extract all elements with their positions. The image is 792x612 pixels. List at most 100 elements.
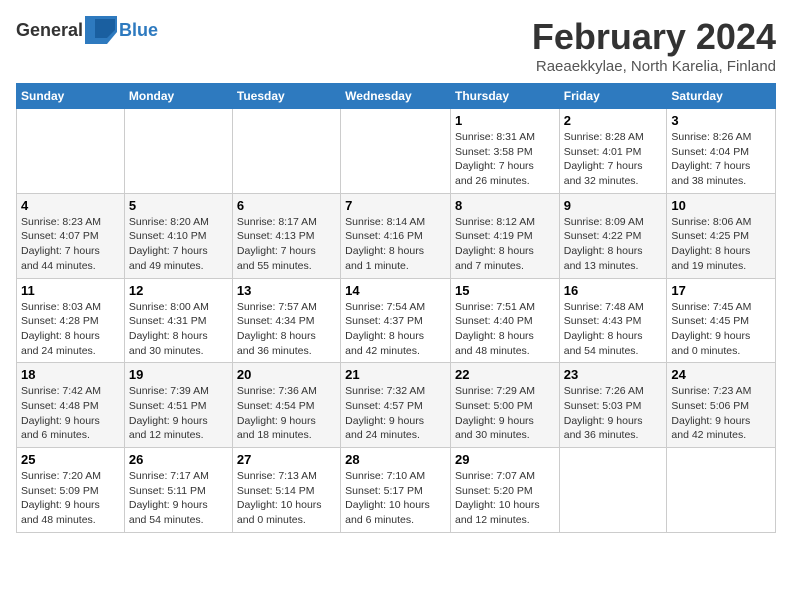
calendar-cell-2: 2 Sunrise: 8:28 AMSunset: 4:01 PMDaylight… xyxy=(559,109,667,194)
day-info: Sunrise: 7:48 AMSunset: 4:43 PMDaylight:… xyxy=(564,300,663,359)
calendar-cell-5: 5 Sunrise: 8:20 AMSunset: 4:10 PMDaylight… xyxy=(124,193,232,278)
day-info: Sunrise: 7:17 AMSunset: 5:11 PMDaylight:… xyxy=(129,469,228,528)
day-info: Sunrise: 7:51 AMSunset: 4:40 PMDaylight:… xyxy=(455,300,555,359)
calendar-cell-16: 16Sunrise: 7:48 AMSunset: 4:43 PMDayligh… xyxy=(559,278,667,363)
calendar-cell-10: 10 Sunrise: 8:06 AMSunset: 4:25 PMDayligh… xyxy=(667,193,776,278)
day-info: Sunrise: 8:14 AMSunset: 4:16 PMDaylight:… xyxy=(345,215,446,274)
calendar-cell-28: 28 Sunrise: 7:10 AMSunset: 5:17 PMDayligh… xyxy=(341,448,451,533)
day-info: Sunrise: 7:45 AMSunset: 4:45 PMDaylight:… xyxy=(671,300,771,359)
empty-cell xyxy=(341,109,451,194)
day-number: 23 xyxy=(564,367,663,382)
day-number: 6 xyxy=(237,198,336,213)
day-number: 5 xyxy=(129,198,228,213)
day-number: 25 xyxy=(21,452,120,467)
day-number: 4 xyxy=(21,198,120,213)
day-number: 15 xyxy=(455,283,555,298)
day-number: 27 xyxy=(237,452,336,467)
weekday-header-tuesday: Tuesday xyxy=(232,84,340,109)
calendar-cell-27: 27 Sunrise: 7:13 AMSunset: 5:14 PMDayligh… xyxy=(232,448,340,533)
day-info: Sunrise: 7:32 AMSunset: 4:57 PMDaylight:… xyxy=(345,384,446,443)
empty-cell xyxy=(667,448,776,533)
calendar-cell-1: 1 Sunrise: 8:31 AMSunset: 3:58 PMDaylight… xyxy=(450,109,559,194)
day-number: 8 xyxy=(455,198,555,213)
calendar-cell-29: 29Sunrise: 7:07 AMSunset: 5:20 PMDayligh… xyxy=(450,448,559,533)
day-info: Sunrise: 7:36 AMSunset: 4:54 PMDaylight:… xyxy=(237,384,336,443)
calendar-cell-15: 15 Sunrise: 7:51 AMSunset: 4:40 PMDayligh… xyxy=(450,278,559,363)
day-info: Sunrise: 7:10 AMSunset: 5:17 PMDaylight:… xyxy=(345,469,446,528)
day-number: 13 xyxy=(237,283,336,298)
day-number: 28 xyxy=(345,452,446,467)
calendar-cell-25: 25 Sunrise: 7:20 AMSunset: 5:09 PMDayligh… xyxy=(17,448,125,533)
calendar-cell-3: 3 Sunrise: 8:26 AMSunset: 4:04 PMDaylight… xyxy=(667,109,776,194)
day-info: Sunrise: 7:54 AMSunset: 4:37 PMDaylight:… xyxy=(345,300,446,359)
day-number: 24 xyxy=(671,367,771,382)
day-info: Sunrise: 8:03 AMSunset: 4:28 PMDaylight:… xyxy=(21,300,120,359)
day-info: Sunrise: 7:20 AMSunset: 5:09 PMDaylight:… xyxy=(21,469,120,528)
day-number: 10 xyxy=(671,198,771,213)
day-info: Sunrise: 7:57 AMSunset: 4:34 PMDaylight:… xyxy=(237,300,336,359)
calendar-cell-17: 17 Sunrise: 7:45 AMSunset: 4:45 PMDayligh… xyxy=(667,278,776,363)
calendar-cell-4: 4 Sunrise: 8:23 AMSunset: 4:07 PMDaylight… xyxy=(17,193,125,278)
day-number: 11 xyxy=(21,283,120,298)
logo-blue-text: Blue xyxy=(119,20,158,41)
day-number: 1 xyxy=(455,113,555,128)
day-info: Sunrise: 8:31 AMSunset: 3:58 PMDaylight:… xyxy=(455,130,555,189)
day-info: Sunrise: 8:00 AMSunset: 4:31 PMDaylight:… xyxy=(129,300,228,359)
day-info: Sunrise: 7:42 AMSunset: 4:48 PMDaylight:… xyxy=(21,384,120,443)
day-number: 12 xyxy=(129,283,228,298)
calendar-cell-11: 11 Sunrise: 8:03 AMSunset: 4:28 PMDayligh… xyxy=(17,278,125,363)
weekday-header-wednesday: Wednesday xyxy=(341,84,451,109)
weekday-header-thursday: Thursday xyxy=(450,84,559,109)
day-info: Sunrise: 8:06 AMSunset: 4:25 PMDaylight:… xyxy=(671,215,771,274)
empty-cell xyxy=(124,109,232,194)
empty-cell xyxy=(232,109,340,194)
day-number: 14 xyxy=(345,283,446,298)
day-info: Sunrise: 7:26 AMSunset: 5:03 PMDaylight:… xyxy=(564,384,663,443)
calendar-cell-18: 18 Sunrise: 7:42 AMSunset: 4:48 PMDayligh… xyxy=(17,363,125,448)
day-number: 17 xyxy=(671,283,771,298)
calendar-cell-26: 26 Sunrise: 7:17 AMSunset: 5:11 PMDayligh… xyxy=(124,448,232,533)
calendar-cell-22: 22 Sunrise: 7:29 AMSunset: 5:00 PMDayligh… xyxy=(450,363,559,448)
calendar-cell-19: 19 Sunrise: 7:39 AMSunset: 4:51 PMDayligh… xyxy=(124,363,232,448)
weekday-header-sunday: Sunday xyxy=(17,84,125,109)
location-subtitle: Raeaekkylae, North Karelia, Finland xyxy=(532,58,776,75)
day-number: 3 xyxy=(671,113,771,128)
day-info: Sunrise: 7:07 AMSunset: 5:20 PMDaylight:… xyxy=(455,469,555,528)
weekday-header-friday: Friday xyxy=(559,84,667,109)
day-info: Sunrise: 7:39 AMSunset: 4:51 PMDaylight:… xyxy=(129,384,228,443)
day-info: Sunrise: 7:13 AMSunset: 5:14 PMDaylight:… xyxy=(237,469,336,528)
day-number: 2 xyxy=(564,113,663,128)
day-info: Sunrise: 7:29 AMSunset: 5:00 PMDaylight:… xyxy=(455,384,555,443)
calendar-cell-12: 12 Sunrise: 8:00 AMSunset: 4:31 PMDayligh… xyxy=(124,278,232,363)
calendar-cell-13: 13 Sunrise: 7:57 AMSunset: 4:34 PMDayligh… xyxy=(232,278,340,363)
day-info: Sunrise: 8:20 AMSunset: 4:10 PMDaylight:… xyxy=(129,215,228,274)
day-info: Sunrise: 8:09 AMSunset: 4:22 PMDaylight:… xyxy=(564,215,663,274)
calendar-cell-14: 14 Sunrise: 7:54 AMSunset: 4:37 PMDayligh… xyxy=(341,278,451,363)
day-info: Sunrise: 8:12 AMSunset: 4:19 PMDaylight:… xyxy=(455,215,555,274)
weekday-header-monday: Monday xyxy=(124,84,232,109)
calendar-cell-9: 9Sunrise: 8:09 AMSunset: 4:22 PMDaylight… xyxy=(559,193,667,278)
logo-general-text: General xyxy=(16,20,83,41)
calendar-cell-24: 24Sunrise: 7:23 AMSunset: 5:06 PMDayligh… xyxy=(667,363,776,448)
empty-cell xyxy=(559,448,667,533)
day-number: 19 xyxy=(129,367,228,382)
calendar-cell-8: 8 Sunrise: 8:12 AMSunset: 4:19 PMDaylight… xyxy=(450,193,559,278)
day-info: Sunrise: 8:26 AMSunset: 4:04 PMDaylight:… xyxy=(671,130,771,189)
calendar-cell-23: 23 Sunrise: 7:26 AMSunset: 5:03 PMDayligh… xyxy=(559,363,667,448)
logo-bird-icon xyxy=(85,16,117,44)
calendar-cell-20: 20 Sunrise: 7:36 AMSunset: 4:54 PMDayligh… xyxy=(232,363,340,448)
day-number: 18 xyxy=(21,367,120,382)
weekday-header-saturday: Saturday xyxy=(667,84,776,109)
month-title: February 2024 xyxy=(532,16,776,58)
day-number: 26 xyxy=(129,452,228,467)
day-info: Sunrise: 8:17 AMSunset: 4:13 PMDaylight:… xyxy=(237,215,336,274)
day-number: 7 xyxy=(345,198,446,213)
empty-cell xyxy=(17,109,125,194)
day-info: Sunrise: 8:28 AMSunset: 4:01 PMDaylight:… xyxy=(564,130,663,189)
day-number: 22 xyxy=(455,367,555,382)
day-info: Sunrise: 8:23 AMSunset: 4:07 PMDaylight:… xyxy=(21,215,120,274)
title-section: February 2024 Raeaekkylae, North Karelia… xyxy=(532,16,776,75)
day-number: 20 xyxy=(237,367,336,382)
calendar-cell-21: 21Sunrise: 7:32 AMSunset: 4:57 PMDayligh… xyxy=(341,363,451,448)
calendar-cell-6: 6 Sunrise: 8:17 AMSunset: 4:13 PMDaylight… xyxy=(232,193,340,278)
